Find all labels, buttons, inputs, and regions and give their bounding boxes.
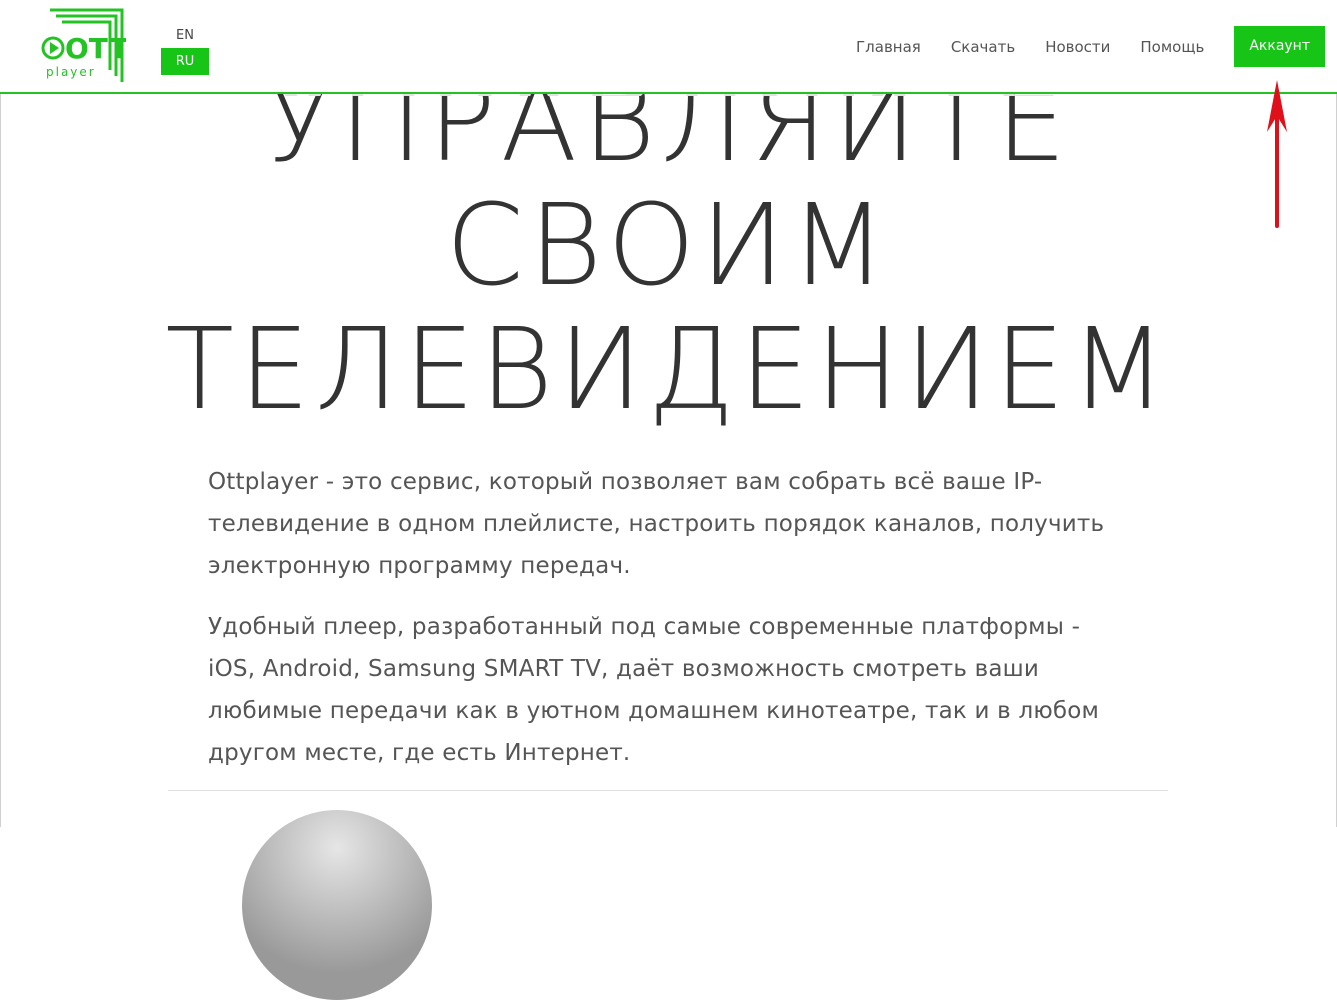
- site-header: OTT player EN RU Главная Скачать Новости…: [0, 0, 1337, 92]
- lang-en-button[interactable]: EN: [161, 24, 209, 48]
- nav-news-link[interactable]: Новости: [1045, 27, 1110, 67]
- ottplayer-logo[interactable]: OTT player: [40, 8, 128, 86]
- player-paragraph: Удобный плеер, разработанный под самые с…: [208, 614, 1100, 766]
- header-underline: [0, 92, 1337, 94]
- nav-help-link[interactable]: Помощь: [1140, 27, 1204, 67]
- svg-text:OTT: OTT: [65, 32, 126, 65]
- svg-text:player: player: [46, 65, 96, 79]
- lang-ru-button[interactable]: RU: [161, 48, 209, 75]
- device-image: [242, 810, 432, 1000]
- nav-home-link[interactable]: Главная: [856, 27, 921, 67]
- intro-paragraph: Ottplayer - это сервис, который позволяе…: [208, 469, 1105, 579]
- language-switcher: EN RU: [161, 24, 209, 75]
- hero-line-2: СВОИМ: [445, 181, 892, 311]
- red-arrow-annotation-icon: [1267, 80, 1287, 228]
- ottplayer-logo-icon: OTT player: [41, 8, 128, 82]
- nav-download-link[interactable]: Скачать: [951, 27, 1015, 67]
- hero-line-3: ТЕЛЕВИДЕНИЕМ: [165, 305, 1172, 435]
- account-button[interactable]: Аккаунт: [1234, 26, 1325, 67]
- section-divider: [168, 790, 1168, 791]
- hero-heading: УПРАВЛЯЙТЕ СВОИМ ТЕЛЕВИДЕНИЕМ: [0, 60, 1337, 432]
- main-nav: Главная Скачать Новости Помощь Аккаунт: [856, 26, 1337, 67]
